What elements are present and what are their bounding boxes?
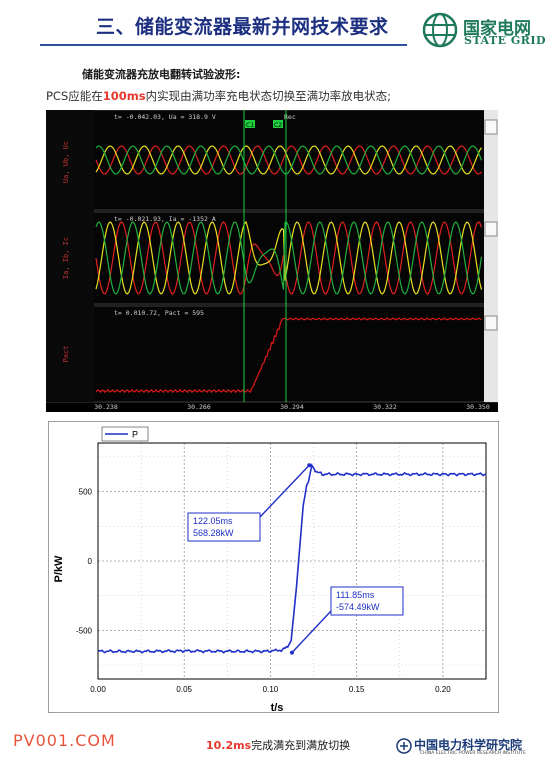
annotation-arrowhead: [290, 650, 294, 655]
footer-caption: 10.2ms完成满充到满放切换: [206, 737, 350, 753]
x-tick-label: 0.15: [349, 685, 365, 694]
scope-x-tick-label: 30.322: [373, 403, 397, 411]
scope-scrollbar[interactable]: [484, 110, 498, 402]
panel2-axis-label: Ia, Ib, Ic: [62, 237, 70, 279]
scroll-handle-2[interactable]: [484, 221, 498, 237]
scroll-handle-3[interactable]: [484, 315, 498, 331]
panel3-readout: t= 0.010.72, Pact = 595: [114, 309, 204, 317]
annotation-arrowhead: [307, 463, 312, 468]
axis-strip: [46, 110, 94, 402]
cursor-c1-label: C1: [246, 122, 254, 129]
y-tick-label: -500: [76, 626, 93, 635]
y-tick-label: 500: [79, 488, 93, 497]
panel3-axis-label: Pact: [62, 346, 70, 363]
description-suffix: 内实现由满功率充电状态切换至满功率放电状态;: [145, 89, 391, 103]
institute-logo-icon: [396, 738, 412, 754]
x-tick-label: 0.05: [176, 685, 192, 694]
description: PCS应能在100ms内实现由满功率充电状态切换至满功率放电状态;: [46, 88, 391, 104]
power-panel: [46, 305, 498, 403]
scroll-handle-1[interactable]: [484, 119, 498, 135]
scope-x-tick-label: 30.294: [280, 403, 304, 411]
footer-caption-text: 完成满充到满放切换: [251, 739, 351, 752]
cursor-c2-label: C2: [274, 122, 282, 129]
panel1-readout: t= -0.042.03, Ua = 318.9 V: [114, 113, 216, 121]
x-axis-label: t/s: [271, 702, 284, 713]
oscilloscope-capture: Ua, Ub, Uc Ia, Ib, Ic Pact t= -0.042.03,…: [46, 110, 498, 412]
scope-x-tick-label: 30.350: [466, 403, 490, 411]
footer-watermark: PV001.COM: [13, 731, 116, 750]
section-subtitle: 储能变流器充放电翻转试验波形:: [82, 68, 241, 81]
annotation-value: -574.49kW: [336, 602, 380, 612]
annotation-time: 122.05ms: [193, 516, 233, 526]
y-tick-label: 0: [88, 557, 93, 566]
logo-english-text: STATE GRID: [464, 34, 547, 47]
description-highlight: 100ms: [102, 89, 146, 103]
state-grid-logo-icon: [422, 12, 458, 48]
page-title: 三、储能变流器最新并网技术要求: [96, 16, 389, 38]
scope-x-tick-label: 30.238: [94, 403, 118, 411]
footer-institute-en: CHINA ELECTRIC POWER RESEARCH INSTITUTE: [420, 751, 526, 756]
legend-label: P: [132, 430, 138, 440]
y-axis-label: P/kW: [53, 555, 65, 583]
x-tick-label: 0.10: [263, 685, 279, 694]
description-prefix: PCS应能在: [46, 89, 103, 103]
panel1-axis-label: Ua, Ub, Uc: [62, 141, 70, 183]
chart-frame: [48, 421, 499, 713]
x-tick-label: 0.20: [435, 685, 451, 694]
x-tick-label: 0.00: [90, 685, 106, 694]
power-chart: 0.00 0.05 0.10 0.15 0.20 500 0 -500 122.05ms 568…: [48, 421, 499, 713]
annotation-time: 111.85ms: [336, 590, 375, 600]
annotation-value: 568.28kW: [193, 528, 234, 538]
footer-caption-highlight: 10.2ms: [206, 739, 252, 752]
scope-x-tick-label: 30.266: [187, 403, 211, 411]
title-underline: [40, 44, 407, 46]
